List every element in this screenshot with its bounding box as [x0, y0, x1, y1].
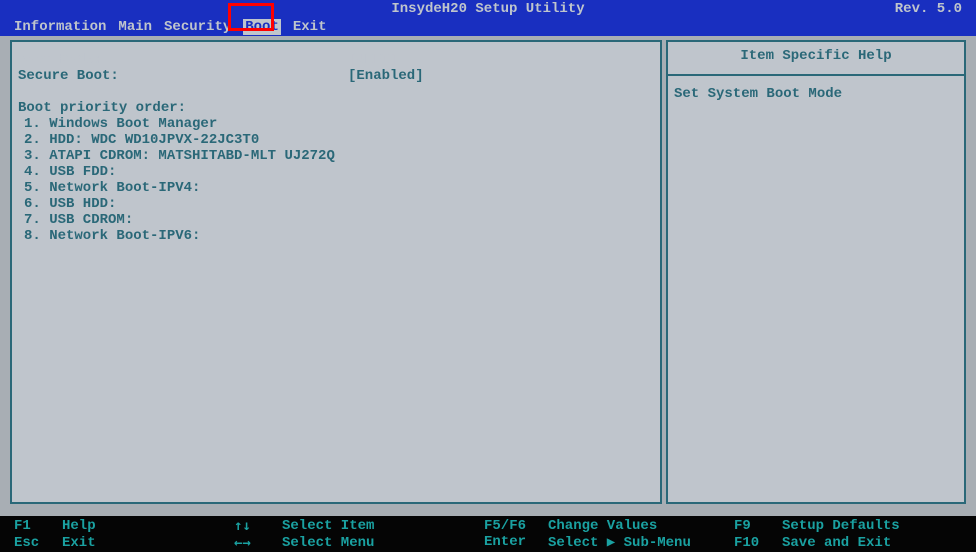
hint-enter: EnterSelect ▶ Sub-Menu — [484, 534, 734, 551]
help-text: Set System Boot Mode — [674, 86, 958, 102]
list-item[interactable]: 7. USB CDROM: — [24, 212, 654, 228]
list-item[interactable]: 6. USB HDD: — [24, 196, 654, 212]
list-item[interactable]: 4. USB FDD: — [24, 164, 654, 180]
menu-bar: Information Main Security Boot Exit — [0, 18, 976, 36]
hint-f5f6: F5/F6Change Values — [484, 518, 734, 534]
help-title: Item Specific Help — [674, 48, 958, 64]
hint-updown: ↑↓Select Item — [234, 518, 484, 534]
tab-boot[interactable]: Boot — [243, 19, 281, 35]
hint-leftright: ←→Select Menu — [234, 535, 484, 551]
tab-information[interactable]: Information — [14, 19, 106, 35]
list-item[interactable]: 5. Network Boot-IPV4: — [24, 180, 654, 196]
footer-bar: F1Help ↑↓Select Item F5/F6Change Values … — [0, 516, 976, 552]
hint-f10: F10Save and Exit — [734, 535, 962, 551]
tab-main[interactable]: Main — [118, 19, 152, 35]
title-bar: InsydeH20 Setup Utility Rev. 5.0 — [0, 0, 976, 18]
row-boot-mode[interactable]: Boot Mode: [UEFI] — [18, 52, 654, 68]
tab-exit[interactable]: Exit — [293, 19, 327, 35]
boot-mode-value: [UEFI] — [348, 52, 398, 68]
revision-label: Rev. 5.0 — [895, 1, 962, 17]
content-area: Boot Mode: [UEFI] Secure Boot: [Enabled]… — [0, 36, 976, 508]
secure-boot-label: Secure Boot: — [18, 68, 348, 84]
row-secure-boot[interactable]: Secure Boot: [Enabled] — [18, 68, 654, 84]
boot-mode-label: Boot Mode: — [18, 52, 348, 68]
tab-security[interactable]: Security — [164, 19, 231, 35]
help-pane: Item Specific Help Set System Boot Mode — [666, 40, 966, 504]
hint-f1: F1Help — [14, 518, 234, 534]
list-item[interactable]: 3. ATAPI CDROM: MATSHITABD-MLT UJ272Q — [24, 148, 654, 164]
hint-f9: F9Setup Defaults — [734, 518, 962, 534]
list-item[interactable]: 1. Windows Boot Manager — [24, 116, 654, 132]
settings-pane: Boot Mode: [UEFI] Secure Boot: [Enabled]… — [10, 40, 662, 504]
list-item[interactable]: 8. Network Boot-IPV6: — [24, 228, 654, 244]
list-item[interactable]: 2. HDD: WDC WD10JPVX-22JC3T0 — [24, 132, 654, 148]
hint-esc: EscExit — [14, 535, 234, 551]
priority-heading: Boot priority order: — [18, 100, 654, 116]
app-title: InsydeH20 Setup Utility — [14, 1, 962, 17]
secure-boot-value: [Enabled] — [348, 68, 424, 84]
